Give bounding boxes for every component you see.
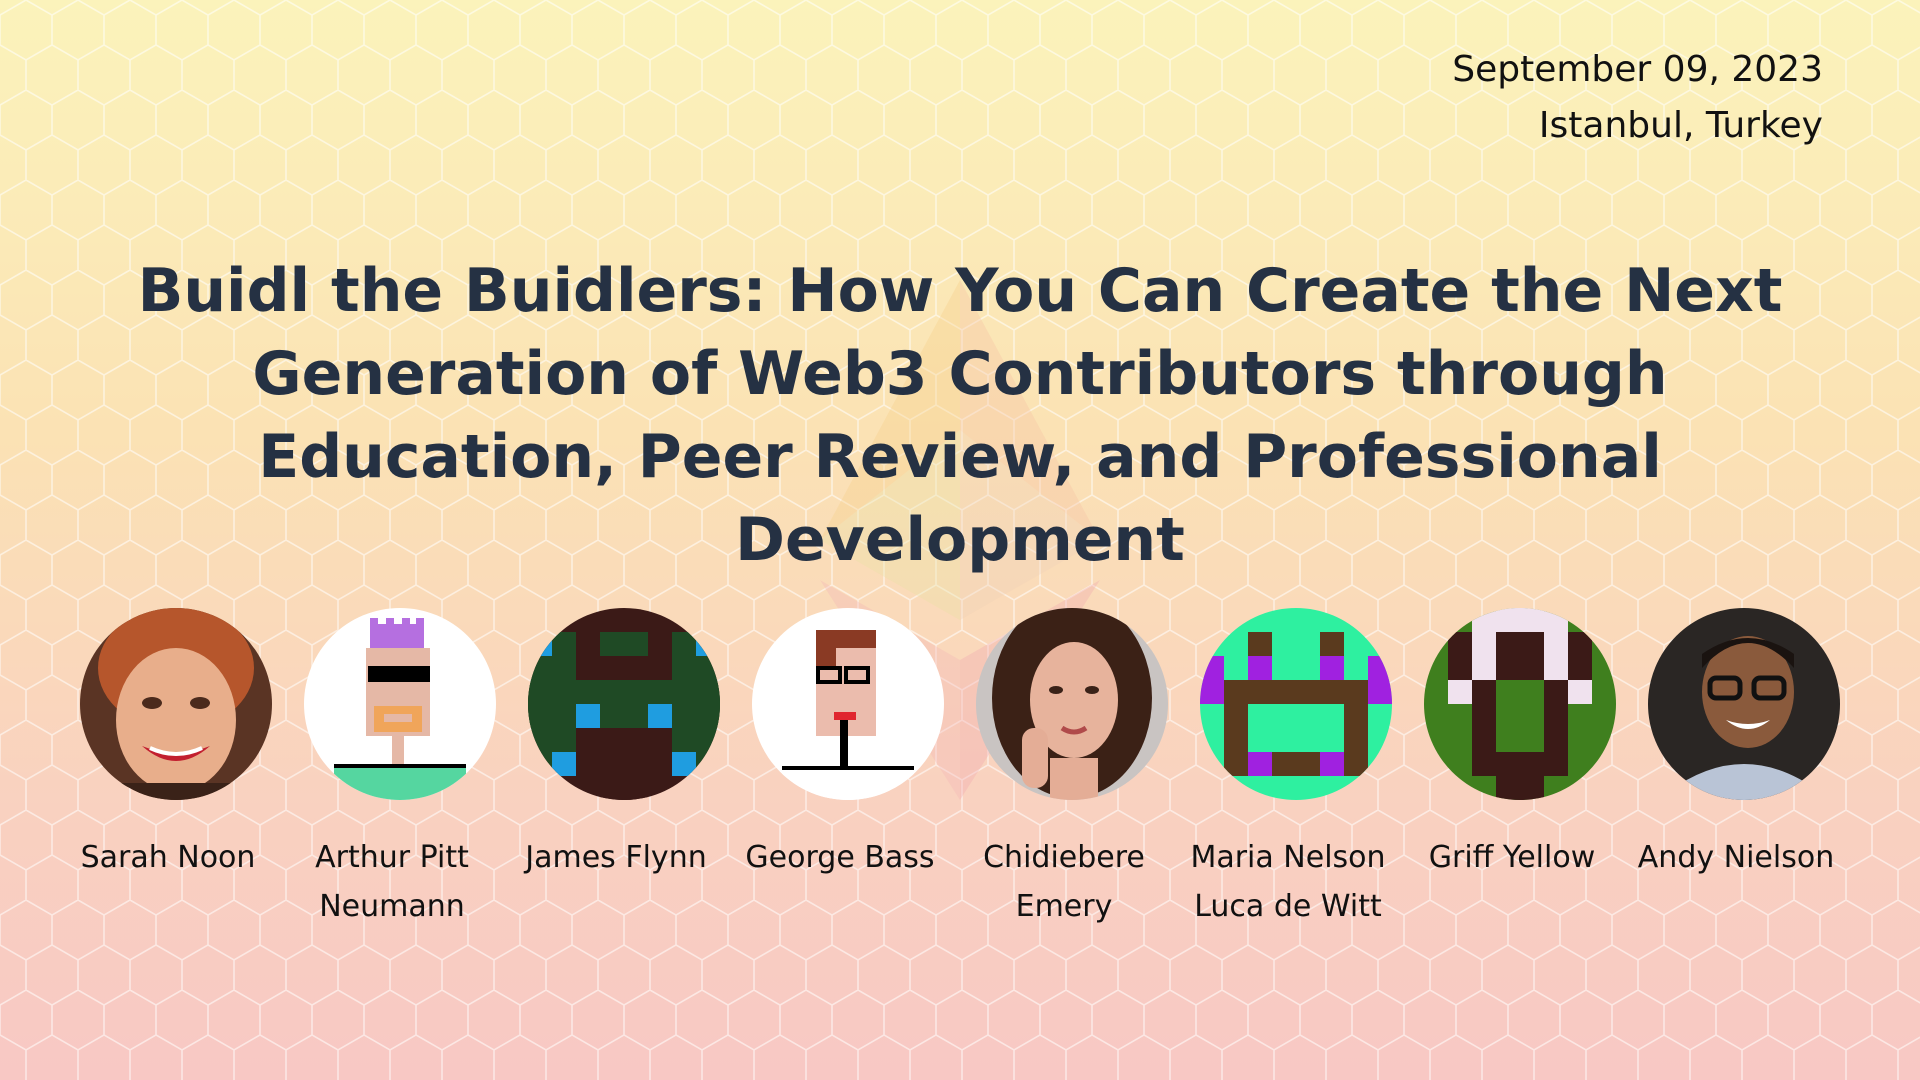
avatar [976, 608, 1168, 800]
speaker-name: James Flynn [525, 840, 707, 875]
speaker-name: Maria Nelson Luca de Witt [1190, 840, 1386, 924]
avatar [528, 608, 720, 800]
pixel-pattern-green-blue-icon [528, 608, 720, 800]
speaker-name: Griff Yellow [1428, 840, 1596, 875]
pixel-pattern-green-white-icon [1424, 608, 1616, 800]
man-glasses-photo-icon [1648, 608, 1840, 800]
avatar [1200, 608, 1392, 800]
event-location: Istanbul, Turkey [1538, 105, 1823, 146]
pixel-pattern-mint-purple-icon [1200, 608, 1392, 800]
speaker-name: Andy Nielson [1637, 840, 1835, 875]
avatar [752, 608, 944, 800]
avatar [1424, 608, 1616, 800]
talk-title: Buidl the Buidlers: How You Can Create t… [137, 256, 1783, 575]
avatar [1648, 608, 1840, 800]
avatar [80, 608, 272, 800]
pixel-punk-glasses-icon [752, 608, 944, 800]
speaker-name: Sarah Noon [80, 840, 256, 875]
woman-brown-hair-photo-icon [976, 608, 1168, 800]
pixel-punk-sunglasses-icon [304, 608, 496, 800]
avatar [304, 608, 496, 800]
event-date: September 09, 2023 [1452, 49, 1823, 90]
speaker-name: George Bass [745, 840, 935, 875]
speaker-name: Chidiebere Emery [983, 840, 1145, 924]
woman-red-hair-photo-icon [80, 608, 272, 800]
speaker-name: Arthur Pitt Neumann [315, 840, 469, 924]
event-info: September 09, 2023 Istanbul, Turkey [1452, 42, 1823, 154]
speaker-list: Sarah Noon Arthur Pitt Neumann James Fly… [0, 608, 1920, 1028]
